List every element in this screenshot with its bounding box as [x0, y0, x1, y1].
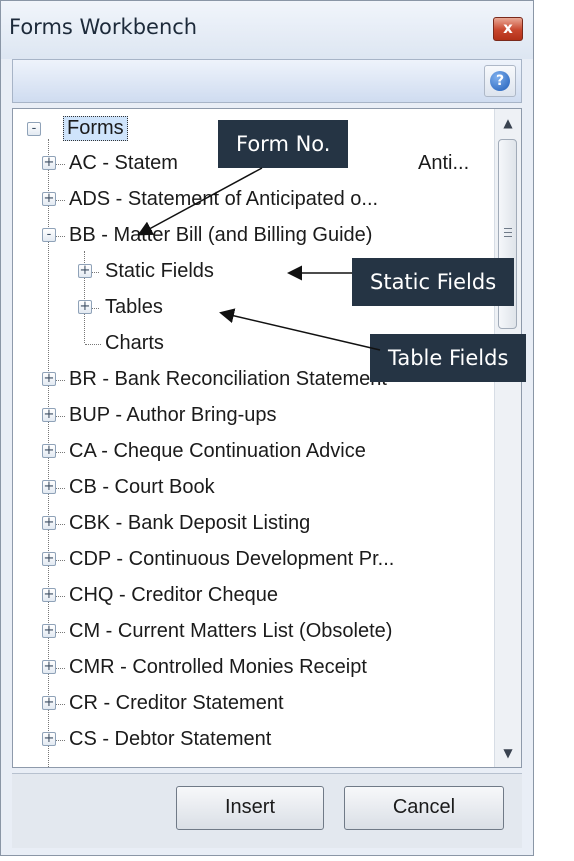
- tree-item-label: Tables: [105, 296, 163, 318]
- scroll-up-arrow-icon[interactable]: ▲: [495, 111, 521, 135]
- tree-item-label: BR - Bank Reconciliation Statement: [69, 368, 387, 390]
- tree-item-cbk[interactable]: + CBK - Bank Deposit Listing: [13, 509, 494, 539]
- title-bar: Forms Workbench x: [1, 1, 533, 59]
- annotation-table-fields: Table Fields: [370, 334, 527, 382]
- window-title: Forms Workbench: [9, 15, 198, 39]
- help-button[interactable]: ?: [484, 65, 516, 97]
- tree-item-label: BUP - Author Bring-ups: [69, 404, 277, 426]
- expand-icon[interactable]: +: [42, 732, 56, 746]
- grip-line: [504, 232, 512, 233]
- expand-icon[interactable]: +: [42, 192, 56, 206]
- tree-item-label: CB - Court Book: [69, 476, 215, 498]
- forms-tree-pane: - Forms + AC - Statem Anti... + ADS - St…: [12, 108, 522, 768]
- tree-item-bb[interactable]: - BB - Matter Bill (and Billing Guide): [13, 221, 494, 251]
- tree-connector: [85, 344, 101, 345]
- toolbar: ?: [12, 59, 522, 103]
- tree-item-label: Static Fields: [105, 260, 214, 282]
- close-icon: x: [503, 19, 513, 37]
- tree-item-label: CA - Cheque Continuation Advice: [69, 440, 366, 462]
- tree-item-label: CM - Current Matters List (Obsolete): [69, 620, 393, 642]
- expand-icon[interactable]: +: [42, 516, 56, 530]
- tree-root-label: Forms: [63, 116, 128, 141]
- tree-item-label: CHQ - Creditor Cheque: [69, 584, 278, 606]
- expand-icon[interactable]: +: [42, 480, 56, 494]
- tree-item-cdp[interactable]: + CDP - Continuous Development Pr...: [13, 545, 494, 575]
- tree-item-ca[interactable]: + CA - Cheque Continuation Advice: [13, 437, 494, 467]
- collapse-icon[interactable]: -: [27, 122, 41, 136]
- expand-icon[interactable]: +: [78, 264, 92, 278]
- tree-item-bup[interactable]: + BUP - Author Bring-ups: [13, 401, 494, 431]
- tree-item-ads[interactable]: + ADS - Statement of Anticipated o...: [13, 185, 494, 215]
- close-button[interactable]: x: [493, 17, 523, 41]
- tree-item-label: CS - Debtor Statement: [69, 728, 272, 750]
- expand-icon[interactable]: +: [42, 588, 56, 602]
- annotation-static-fields: Static Fields: [352, 258, 515, 306]
- expand-icon[interactable]: +: [42, 156, 56, 170]
- expand-icon[interactable]: +: [42, 696, 56, 710]
- tree-item-label: CR - Creditor Statement: [69, 692, 284, 714]
- tree-item-label: CBK - Bank Deposit Listing: [69, 512, 311, 534]
- expand-icon[interactable]: +: [42, 444, 56, 458]
- expand-icon[interactable]: +: [42, 624, 56, 638]
- tree-item-label: AC - Statem: [69, 152, 178, 174]
- tree-item-cb[interactable]: + CB - Court Book: [13, 473, 494, 503]
- tree-item-label: BB - Matter Bill (and Billing Guide): [69, 224, 373, 246]
- cancel-button[interactable]: Cancel: [344, 786, 504, 830]
- dialog-footer: Insert Cancel: [12, 773, 522, 848]
- expand-icon[interactable]: +: [42, 552, 56, 566]
- tree-item-label: CDP - Continuous Development Pr...: [69, 548, 395, 570]
- help-icon: ?: [490, 71, 510, 91]
- tree-item-chq[interactable]: + CHQ - Creditor Cheque: [13, 581, 494, 611]
- scroll-down-arrow-icon[interactable]: ▼: [495, 741, 521, 765]
- expand-icon[interactable]: +: [42, 372, 56, 386]
- grip-line: [504, 236, 512, 237]
- tree-item-cr[interactable]: + CR - Creditor Statement: [13, 689, 494, 719]
- expand-icon[interactable]: +: [42, 660, 56, 674]
- tree-item-label-tail: Anti...: [418, 152, 470, 174]
- forms-tree: - Forms + AC - Statem Anti... + ADS - St…: [13, 109, 494, 767]
- grip-line: [504, 228, 512, 229]
- collapse-icon[interactable]: -: [42, 228, 56, 242]
- annotation-form-no: Form No.: [218, 120, 349, 168]
- tree-item-label: ADS - Statement of Anticipated o...: [69, 188, 379, 210]
- expand-icon[interactable]: +: [42, 408, 56, 422]
- tree-item-label: Charts: [105, 332, 164, 354]
- tree-item-label: CMR - Controlled Monies Receipt: [69, 656, 367, 678]
- expand-icon[interactable]: +: [78, 300, 92, 314]
- tree-item-cm[interactable]: + CM - Current Matters List (Obsolete): [13, 617, 494, 647]
- vertical-scrollbar[interactable]: ▲ ▼: [494, 109, 521, 767]
- tree-item-cmr[interactable]: + CMR - Controlled Monies Receipt: [13, 653, 494, 683]
- tree-item-cs[interactable]: + CS - Debtor Statement: [13, 725, 494, 755]
- insert-button[interactable]: Insert: [176, 786, 324, 830]
